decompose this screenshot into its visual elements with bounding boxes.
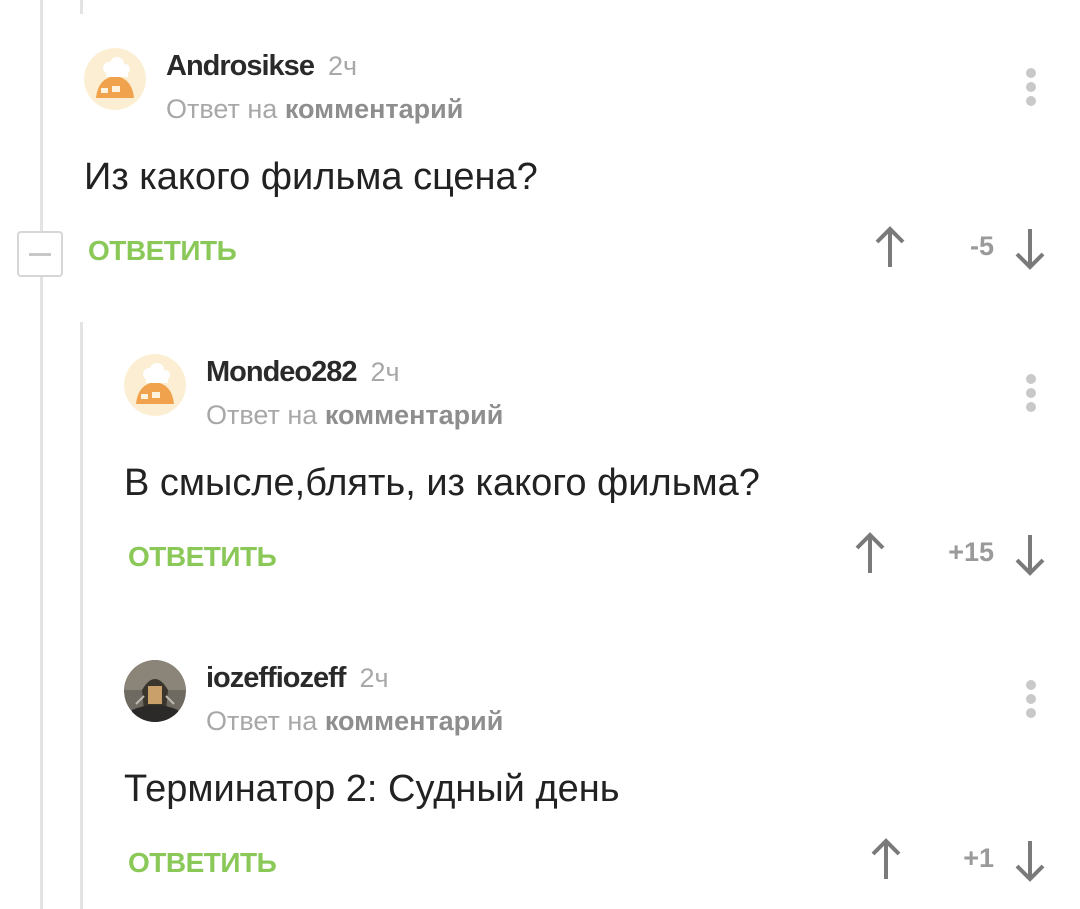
reply-prefix: Ответ на <box>166 94 278 124</box>
comment-author[interactable]: Mondeo282 2ч <box>206 356 400 389</box>
downvote-arrow-icon[interactable] <box>1010 835 1050 885</box>
more-menu-icon[interactable] <box>1026 680 1038 722</box>
more-menu-icon[interactable] <box>1026 68 1038 110</box>
vote-controls: +1 <box>870 835 1050 885</box>
upvote-arrow-icon[interactable] <box>850 529 890 579</box>
comment-mondeo282: Mondeo282 2ч Ответ на комментарий В смысл… <box>124 354 1080 594</box>
comment-author[interactable]: iozeffiozeff 2ч <box>206 662 389 695</box>
thread-line-top <box>80 0 83 14</box>
reply-target-link[interactable]: комментарий <box>325 706 504 736</box>
reply-button[interactable]: ОТВЕТИТЬ <box>128 847 277 879</box>
reply-button[interactable]: ОТВЕТИТЬ <box>88 235 237 267</box>
comment-time: 2ч <box>359 663 389 693</box>
comment-androsikse: Androsikse 2ч Ответ на комментарий Из как… <box>84 48 1080 288</box>
comment-text: Из какого фильма сцена? <box>84 156 538 198</box>
downvote-arrow-icon[interactable] <box>1010 529 1050 579</box>
collapse-thread-button[interactable] <box>17 231 63 277</box>
upvote-arrow-icon[interactable] <box>870 223 910 273</box>
comment-text: В смысле,блять, из какого фильма? <box>124 462 760 504</box>
author-name[interactable]: Androsikse <box>166 50 315 82</box>
reply-to-line: Ответ на комментарий <box>166 94 463 125</box>
reply-button[interactable]: ОТВЕТИТЬ <box>128 541 277 573</box>
reply-to-line: Ответ на комментарий <box>206 400 503 431</box>
author-name[interactable]: Mondeo282 <box>206 356 358 388</box>
downvote-arrow-icon[interactable] <box>1010 223 1050 273</box>
vote-controls: +15 <box>855 529 1050 579</box>
avatar[interactable] <box>124 354 186 416</box>
more-menu-icon[interactable] <box>1026 374 1038 416</box>
reply-target-link[interactable]: комментарий <box>285 94 464 124</box>
reply-prefix: Ответ на <box>206 400 318 430</box>
comment-text: Терминатор 2: Судный день <box>124 768 620 810</box>
vote-controls: -5 <box>870 223 1050 273</box>
rating-score: +15 <box>948 537 994 567</box>
thread-line-nested <box>80 322 83 909</box>
comment-iozeffiozeff: iozeffiozeff 2ч Ответ на комментарий Терм… <box>124 660 1080 900</box>
upvote-arrow-icon[interactable] <box>866 835 906 885</box>
reply-target-link[interactable]: комментарий <box>325 400 504 430</box>
reply-prefix: Ответ на <box>206 706 318 736</box>
avatar[interactable] <box>124 660 186 722</box>
author-name[interactable]: iozeffiozeff <box>206 662 346 694</box>
comment-time: 2ч <box>327 51 358 81</box>
avatar[interactable] <box>84 48 146 110</box>
reply-to-line: Ответ на комментарий <box>206 706 503 737</box>
comment-author[interactable]: Androsikse 2ч <box>166 50 357 83</box>
thread-line-main <box>40 0 43 231</box>
rating-score: -5 <box>969 231 994 261</box>
thread-line-main-lower <box>40 277 43 909</box>
rating-score: +1 <box>963 843 994 873</box>
comment-time: 2ч <box>370 357 400 387</box>
